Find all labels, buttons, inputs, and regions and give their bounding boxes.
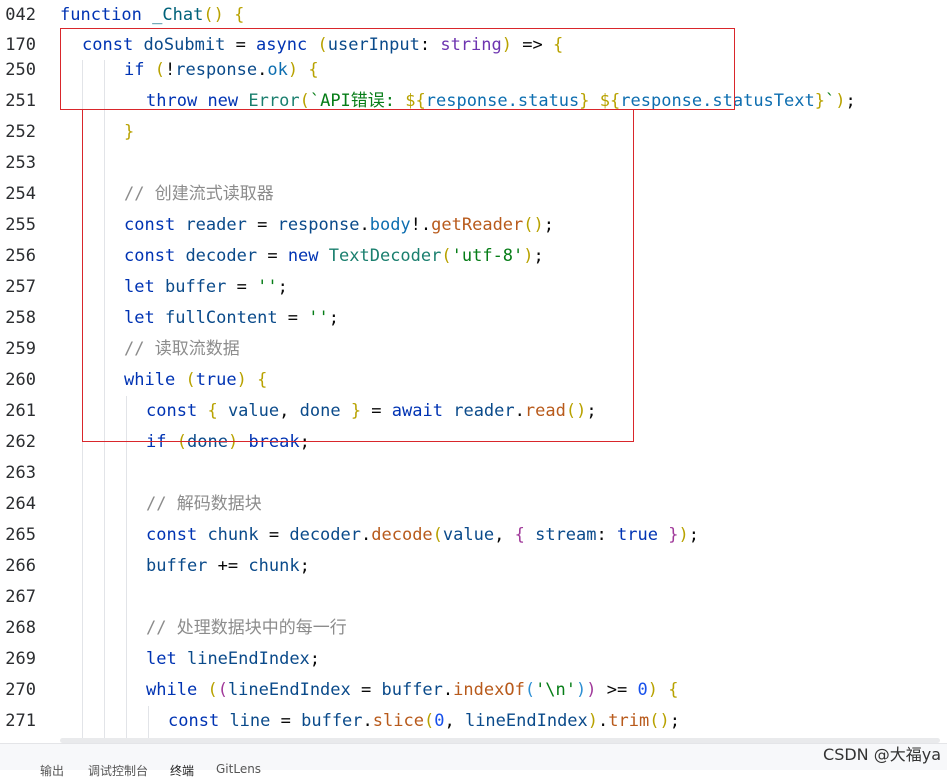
indent-guide	[126, 396, 127, 740]
code-editor[interactable]: function _Chat() { const doSubmit = asyn…	[0, 0, 947, 769]
tab-debug-console[interactable]: 调试控制台	[88, 762, 148, 779]
code-line[interactable]: if (!response.ok) {	[124, 55, 319, 86]
code-line[interactable]: while (true) {	[124, 365, 267, 396]
code-line[interactable]: // 创建流式读取器	[124, 179, 274, 210]
code-line[interactable]: const reader = response.body!.getReader(…	[124, 210, 554, 241]
code-line[interactable]: const decoder = new TextDecoder('utf-8')…	[124, 241, 544, 272]
tab-output[interactable]: 输出	[40, 762, 64, 779]
code-line[interactable]: // 读取流数据	[124, 334, 240, 365]
code-line[interactable]: throw new Error(`API错误: ${response.statu…	[146, 86, 856, 117]
code-line[interactable]: // 处理数据块中的每一行	[146, 613, 347, 644]
indent-guide	[148, 706, 149, 740]
code-line[interactable]: let lineEndIndex;	[146, 644, 320, 675]
code-line[interactable]: const line = buffer.slice(0, lineEndInde…	[168, 706, 680, 737]
code-line[interactable]: const chunk = decoder.decode(value, { st…	[146, 520, 699, 551]
code-line[interactable]: let fullContent = '';	[124, 303, 339, 334]
tab-terminal[interactable]: 终端	[170, 762, 194, 779]
indent-guide	[104, 60, 105, 740]
code-line[interactable]: if (done) break;	[146, 427, 310, 458]
code-line[interactable]: }	[124, 117, 134, 148]
code-line[interactable]: // 解码数据块	[146, 489, 262, 520]
code-line[interactable]: buffer += chunk;	[146, 551, 310, 582]
code-line[interactable]: function _Chat() {	[60, 0, 244, 31]
indent-guide	[82, 60, 83, 740]
watermark: CSDN @大福ya	[823, 745, 941, 764]
code-line[interactable]: while ((lineEndIndex = buffer.indexOf('\…	[146, 675, 678, 706]
bottom-panel-bar: 输出 调试控制台 终端 GitLens	[0, 743, 947, 778]
code-line[interactable]: let buffer = '';	[124, 272, 288, 303]
tab-gitlens[interactable]: GitLens	[216, 762, 261, 776]
code-line[interactable]: const { value, done } = await reader.rea…	[146, 396, 597, 427]
